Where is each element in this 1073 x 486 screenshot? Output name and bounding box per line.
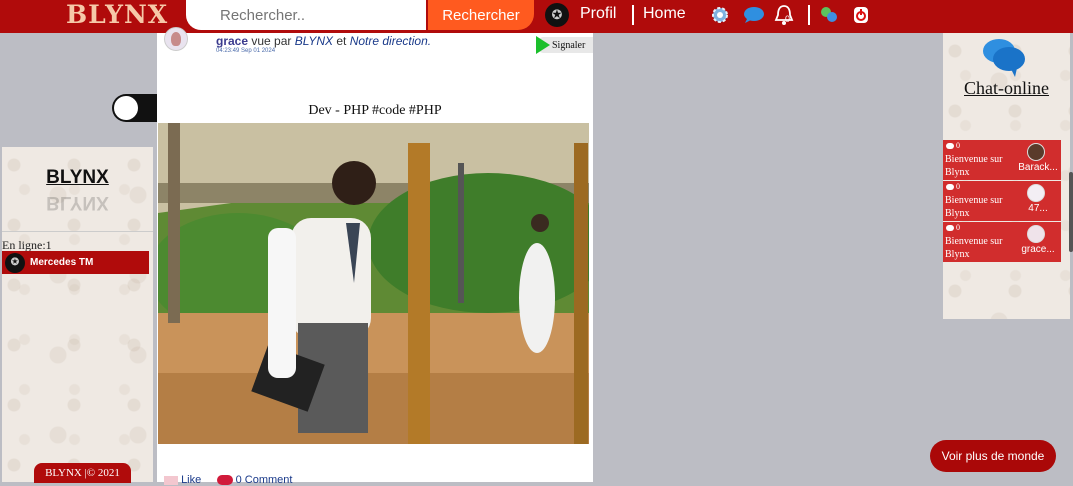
notification-count: 0 — [785, 14, 791, 24]
report-label: Signaler — [552, 39, 586, 51]
profile-avatar[interactable]: ✪ — [545, 3, 569, 27]
chat-user-name: grace... — [1021, 244, 1055, 255]
unread-count: 0 — [946, 182, 960, 191]
mercedes-logo-icon: ✪ — [551, 7, 563, 22]
comment-button[interactable]: 0 Comment — [236, 474, 293, 486]
online-user-name: Mercedes TM — [30, 257, 94, 268]
comment-bubble-icon — [946, 224, 954, 231]
like-heart-icon[interactable] — [164, 475, 178, 485]
unread-count-value: 0 — [956, 182, 960, 191]
nav-divider — [632, 5, 634, 25]
top-navbar: BLYNX Rechercher ✪ Profil Home 0 — [0, 0, 1073, 33]
chat-user-avatar — [1027, 143, 1045, 161]
comment-bubble-icon[interactable] — [216, 475, 233, 486]
friends-group-icon[interactable] — [818, 4, 840, 26]
post-photo-illustration — [158, 123, 589, 444]
sidebar-brand: BLYNX — [46, 167, 109, 188]
left-sidebar: BLYNX BLYNX En ligne:1 ✪ Mercedes TM BLY… — [2, 147, 153, 483]
logout-power-icon[interactable] — [850, 4, 872, 26]
search-button[interactable]: Rechercher — [428, 0, 534, 30]
seen-by-direction[interactable]: Notre direction. — [350, 34, 431, 48]
post-timestamp: 04:23:49 Sep 01 2024 — [216, 48, 276, 54]
chat-user-name: Barack... — [1018, 162, 1058, 173]
chat-user-avatar — [1027, 225, 1045, 243]
sidebar-brand-reflection: BLYNX — [46, 192, 109, 213]
chat-user-name: 47... — [1028, 203, 1048, 214]
and-text: et — [336, 34, 347, 48]
post-actions: Like 0 Comment — [164, 474, 292, 486]
chat-item[interactable]: 0 Bienvenue sur Blynx Barack... — [943, 140, 1061, 180]
post-card: grace vue par BLYNX et Notre direction. … — [157, 27, 593, 486]
messages-bubble-icon[interactable] — [743, 4, 765, 26]
mercedes-logo-icon: ✪ — [5, 252, 25, 273]
sidebar-divider — [2, 231, 153, 232]
chat-message: Bienvenue sur Blynx — [945, 154, 1003, 178]
like-button[interactable]: Like — [181, 474, 201, 486]
post-author-avatar[interactable] — [164, 27, 188, 51]
search-input[interactable] — [186, 0, 426, 30]
see-more-people-button[interactable]: Voir plus de monde — [930, 440, 1056, 472]
chat-online-panel: Chat-online 0 Bienvenue sur Blynx Barack… — [943, 33, 1070, 319]
chat-title[interactable]: Chat-online — [943, 78, 1070, 99]
chat-item[interactable]: 0 Bienvenue sur Blynx 47... — [943, 181, 1061, 221]
copyright-footer: BLYNX |© 2021 — [34, 463, 131, 483]
scrollbar-thumb[interactable] — [1069, 172, 1073, 252]
toggle-knob — [114, 96, 138, 120]
seen-by-blynx[interactable]: BLYNX — [295, 34, 333, 48]
post-photo[interactable] — [158, 123, 589, 444]
comment-bubble-icon — [946, 183, 954, 190]
brand-logo[interactable]: BLYNX — [66, 0, 168, 29]
chat-item[interactable]: 0 Bienvenue sur Blynx grace... — [943, 222, 1061, 262]
chat-message: Bienvenue sur Blynx — [945, 195, 1003, 219]
seen-by-text: vue par — [251, 34, 292, 48]
online-user-item[interactable]: ✪ Mercedes TM — [2, 251, 149, 274]
profile-link[interactable]: Profil — [580, 5, 616, 23]
chat-user-avatar — [1027, 184, 1045, 202]
comment-bubble-icon — [946, 142, 954, 149]
home-link[interactable]: Home — [643, 5, 686, 23]
chat-bubbles-icon — [981, 37, 1027, 77]
unread-count-value: 0 — [956, 141, 960, 150]
notification-bell-icon[interactable]: 0 — [773, 4, 795, 26]
unread-count-value: 0 — [956, 223, 960, 232]
nav-divider-2 — [808, 5, 810, 25]
post-header: grace vue par BLYNX et Notre direction. — [216, 34, 431, 48]
post-caption: Dev - PHP #code #PHP — [308, 103, 442, 118]
unread-count: 0 — [946, 141, 960, 150]
play-arrow-icon — [536, 36, 550, 54]
settings-gear-icon[interactable] — [709, 4, 731, 26]
unread-count: 0 — [946, 223, 960, 232]
report-button[interactable]: Signaler — [536, 36, 593, 54]
post-author-name[interactable]: grace — [216, 34, 248, 48]
chat-message: Bienvenue sur Blynx — [945, 236, 1003, 260]
